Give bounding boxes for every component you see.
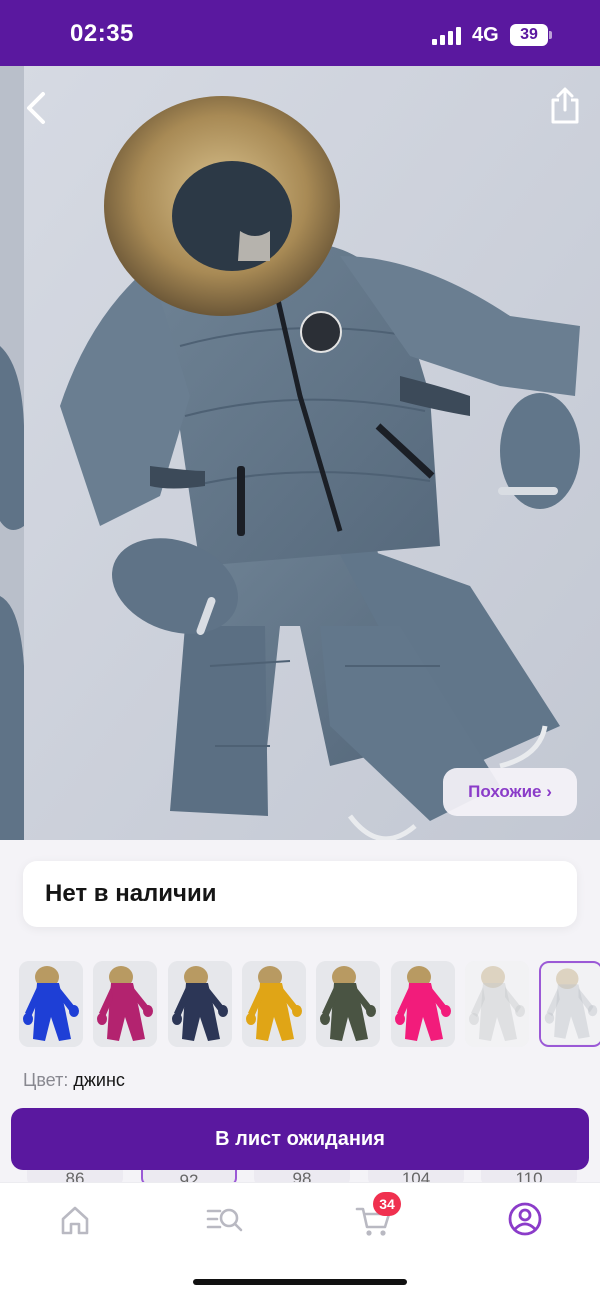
- home-icon: [61, 1206, 89, 1235]
- tab-home[interactable]: [51, 1197, 99, 1241]
- jumpsuit-thumbnail-image: [167, 961, 232, 1047]
- product-photo[interactable]: [0, 66, 600, 840]
- color-value: джинс: [73, 1070, 125, 1090]
- color-thumbnails: [0, 961, 600, 1047]
- status-bar: 02:35 4G 39: [0, 0, 600, 66]
- profile-icon: [508, 1202, 542, 1236]
- waitlist-button[interactable]: В лист ожидания: [11, 1108, 589, 1170]
- jumpsuit-thumbnail-image: [464, 961, 529, 1047]
- color-thumbnail[interactable]: [167, 961, 232, 1047]
- color-thumbnail[interactable]: [390, 961, 455, 1047]
- home-indicator: [193, 1279, 407, 1285]
- network-type: 4G: [472, 24, 499, 46]
- jumpsuit-thumbnail-image: [390, 961, 455, 1047]
- share-button[interactable]: [545, 86, 585, 126]
- color-thumbnail[interactable]: [539, 961, 600, 1047]
- color-label: Цвет:: [23, 1070, 69, 1090]
- jumpsuit-thumbnail-image: [316, 961, 381, 1047]
- jumpsuit-thumbnail-image: [19, 961, 83, 1047]
- similar-button[interactable]: Похожие ›: [443, 768, 577, 816]
- chevron-left-icon: [27, 92, 45, 124]
- status-time: 02:35: [70, 20, 134, 47]
- jumpsuit-thumbnail-image: [93, 961, 158, 1047]
- back-button[interactable]: [18, 88, 54, 128]
- color-thumbnail[interactable]: [93, 961, 158, 1047]
- tab-catalog[interactable]: [200, 1197, 248, 1241]
- availability-card: Нет в наличии: [23, 861, 577, 927]
- catalog-search-icon: [206, 1208, 243, 1232]
- signal-icon: [432, 27, 464, 45]
- color-thumbnail[interactable]: [464, 961, 529, 1047]
- jumpsuit-thumbnail-image: [541, 963, 600, 1045]
- tab-profile[interactable]: [501, 1197, 549, 1241]
- color-thumbnail[interactable]: [241, 961, 306, 1047]
- color-thumbnail[interactable]: [19, 961, 83, 1047]
- color-thumbnail[interactable]: [316, 961, 381, 1047]
- selected-color: Цвет: джинс: [23, 1070, 125, 1091]
- battery-icon: 39: [510, 24, 552, 46]
- availability-text: Нет в наличии: [45, 880, 217, 907]
- jumpsuit-image: [0, 66, 600, 840]
- share-icon: [551, 87, 579, 124]
- cart-count-badge: 34: [373, 1192, 401, 1216]
- battery-level: 39: [520, 26, 538, 43]
- jumpsuit-thumbnail-image: [241, 961, 306, 1047]
